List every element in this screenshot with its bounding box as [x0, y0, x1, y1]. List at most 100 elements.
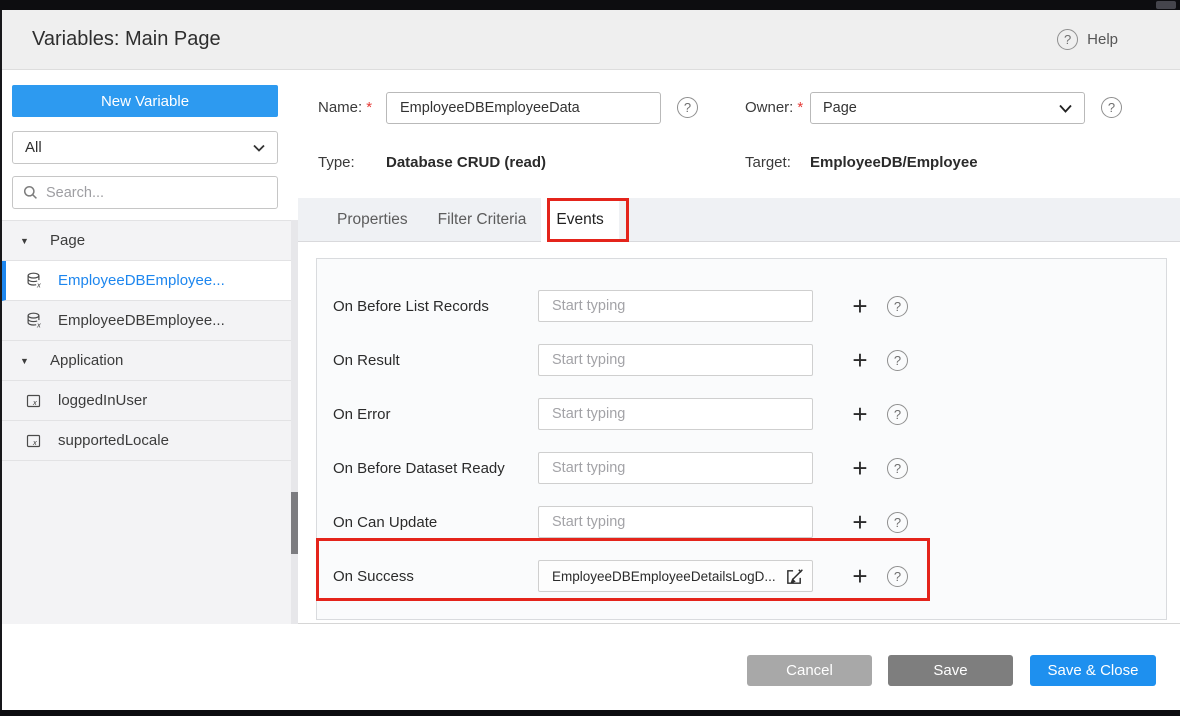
collapse-triangle-icon: ▼ — [20, 356, 34, 366]
dialog-footer: Cancel Save Save & Close — [2, 625, 1180, 710]
type-value: Database CRUD (read) — [386, 152, 546, 174]
variable-name-input[interactable] — [386, 92, 661, 124]
event-label: On Result — [333, 352, 538, 369]
tab-properties[interactable]: Properties — [322, 198, 423, 242]
sidebar-item-label: supportedLocale — [58, 432, 169, 449]
sidebar-item-label: loggedInUser — [58, 392, 147, 409]
event-help-icon[interactable]: ? — [887, 296, 908, 317]
event-label: On Before Dataset Ready — [333, 460, 538, 477]
event-row-on-before-list-records: On Before List Records + ? — [333, 279, 1166, 333]
event-label: On Can Update — [333, 514, 538, 531]
name-label: Name:* — [318, 92, 372, 124]
event-label: On Success — [333, 568, 538, 585]
chevron-down-icon — [1059, 104, 1072, 113]
section-label: Application — [50, 352, 123, 369]
event-help-icon[interactable]: ? — [887, 458, 908, 479]
svg-text:x: x — [36, 321, 41, 330]
owner-select-value: Page — [823, 100, 857, 116]
svg-text:x: x — [32, 438, 37, 447]
save-button[interactable]: Save — [888, 655, 1013, 686]
database-variable-icon: x — [26, 312, 56, 329]
sidebar-item-label: EmployeeDBEmployee... — [58, 312, 225, 329]
add-handler-button[interactable]: + — [849, 563, 871, 589]
event-row-on-result: On Result + ? — [333, 333, 1166, 387]
required-asterisk: * — [366, 99, 372, 116]
sidebar-item-loggedinuser[interactable]: x loggedInUser — [2, 381, 298, 421]
owner-select[interactable]: Page — [810, 92, 1085, 124]
event-handler-input[interactable] — [538, 398, 813, 430]
model-variable-icon: x — [26, 433, 56, 449]
event-help-icon[interactable]: ? — [887, 404, 908, 425]
variable-list: ▼ Page x EmployeeDBEmployee... x Employe… — [2, 220, 298, 624]
event-help-icon[interactable]: ? — [887, 566, 908, 587]
database-variable-icon: x — [26, 272, 56, 289]
event-row-on-success: On Success EmployeeDBEmployeeDetailsLogD… — [333, 549, 1166, 603]
event-handler-input[interactable] — [538, 506, 813, 538]
window-top-bar — [0, 0, 1180, 10]
sidebar-item-employeedbemployee2[interactable]: x EmployeeDBEmployee... — [2, 301, 298, 341]
variable-search — [12, 176, 278, 209]
svg-text:x: x — [36, 281, 41, 290]
add-handler-button[interactable]: + — [849, 509, 871, 535]
variable-detail-panel: Name:* ? Owner:* Page ? Type: Database C… — [298, 70, 1180, 624]
tab-events[interactable]: Events — [541, 198, 618, 242]
search-icon — [23, 185, 38, 200]
variable-type-filter-value: All — [25, 139, 42, 156]
event-handler-value-on-success[interactable]: EmployeeDBEmployeeDetailsLogD... — [538, 560, 813, 592]
target-label: Target: — [745, 152, 791, 174]
owner-help-icon[interactable]: ? — [1101, 97, 1122, 118]
sidebar-scrollbar-track[interactable] — [291, 220, 298, 624]
event-row-on-before-dataset-ready: On Before Dataset Ready + ? — [333, 441, 1166, 495]
add-handler-button[interactable]: + — [849, 455, 871, 481]
section-label: Page — [50, 232, 85, 249]
model-variable-icon: x — [26, 393, 56, 409]
sidebar-item-employeedbemployeedata[interactable]: x EmployeeDBEmployee... — [2, 261, 298, 301]
required-asterisk: * — [797, 99, 803, 116]
variables-sidebar: New Variable All ▼ Page x EmployeeDBEmpl — [2, 70, 298, 624]
help-icon: ? — [1057, 29, 1078, 50]
sidebar-item-supportedlocale[interactable]: x supportedLocale — [2, 421, 298, 461]
type-label: Type: — [318, 152, 355, 174]
event-label: On Error — [333, 406, 538, 423]
event-handler-input[interactable] — [538, 344, 813, 376]
sidebar-scrollbar-thumb[interactable] — [291, 492, 298, 554]
event-row-on-can-update: On Can Update + ? — [333, 495, 1166, 549]
variables-dialog: Variables: Main Page ? Help New Variable… — [0, 0, 1180, 716]
svg-text:x: x — [32, 398, 37, 407]
dialog-header: Variables: Main Page ? Help — [2, 10, 1180, 70]
chevron-down-icon — [253, 144, 265, 152]
event-row-on-error: On Error + ? — [333, 387, 1166, 441]
window-bottom-bar — [0, 710, 1180, 716]
collapse-triangle-icon: ▼ — [20, 236, 34, 246]
search-input[interactable] — [46, 185, 267, 201]
window-scrollbar-thumb[interactable] — [1156, 1, 1176, 9]
events-panel: On Before List Records + ? On Result + ?… — [316, 258, 1167, 620]
target-value: EmployeeDB/Employee — [810, 152, 978, 174]
sidebar-section-application[interactable]: ▼ Application — [2, 341, 298, 381]
add-handler-button[interactable]: + — [849, 293, 871, 319]
new-variable-button[interactable]: New Variable — [12, 85, 278, 117]
help-button[interactable]: ? Help — [1057, 29, 1118, 50]
help-label: Help — [1087, 31, 1118, 48]
owner-label: Owner:* — [745, 92, 803, 124]
add-handler-button[interactable]: + — [849, 347, 871, 373]
cancel-button[interactable]: Cancel — [747, 655, 872, 686]
name-help-icon[interactable]: ? — [677, 97, 698, 118]
edit-handler-icon[interactable] — [785, 567, 804, 586]
event-handler-value-text: EmployeeDBEmployeeDetailsLogD... — [552, 569, 779, 584]
variable-type-filter-select[interactable]: All — [12, 131, 278, 164]
detail-tabbar: Properties Filter Criteria Events — [298, 198, 1180, 242]
sidebar-section-page[interactable]: ▼ Page — [2, 221, 298, 261]
event-handler-input[interactable] — [538, 290, 813, 322]
form-row-name-owner: Name:* ? Owner:* Page ? — [298, 92, 1180, 124]
tab-filter-criteria[interactable]: Filter Criteria — [423, 198, 542, 242]
add-handler-button[interactable]: + — [849, 401, 871, 427]
event-handler-input[interactable] — [538, 452, 813, 484]
form-row-type-target: Type: Database CRUD (read) Target: Emplo… — [298, 152, 1180, 174]
event-help-icon[interactable]: ? — [887, 350, 908, 371]
sidebar-item-label: EmployeeDBEmployee... — [58, 272, 225, 289]
page-title: Variables: Main Page — [32, 28, 221, 51]
event-label: On Before List Records — [333, 298, 538, 315]
event-help-icon[interactable]: ? — [887, 512, 908, 533]
save-and-close-button[interactable]: Save & Close — [1030, 655, 1156, 686]
